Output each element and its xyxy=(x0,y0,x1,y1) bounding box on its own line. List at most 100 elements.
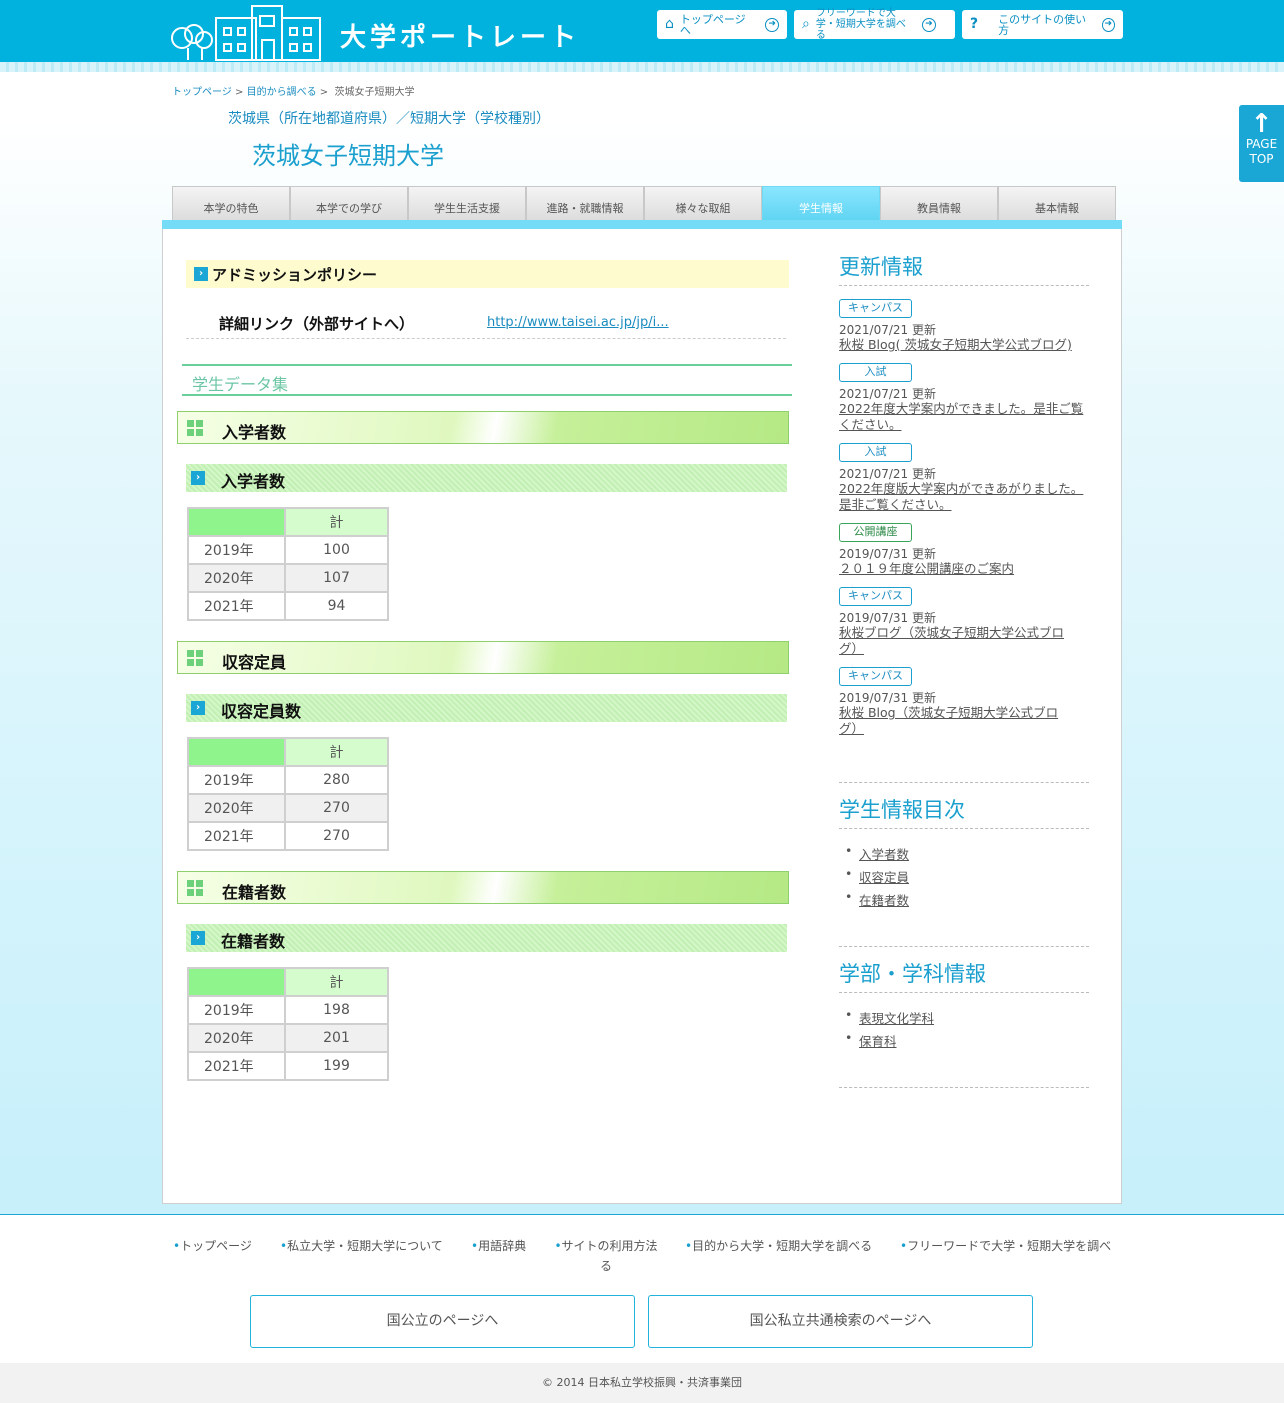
table-cell-year: 2020年 xyxy=(187,563,286,593)
table-cell-value: 270 xyxy=(284,821,389,851)
free-word-search-button[interactable]: ⌕ フリーワードで大学・短期大学を調べる ➜ xyxy=(794,8,955,41)
breadcrumb: トップページ > 目的から調べる > 茨城女子短期大学 xyxy=(172,83,415,98)
dept-link[interactable]: 表現文化学科 xyxy=(859,1011,934,1026)
tab-initiatives[interactable]: 様々な取組 xyxy=(644,186,762,221)
footer-link-top[interactable]: •トップページ xyxy=(173,1236,252,1256)
table-row: 2019年 100 xyxy=(187,535,389,565)
enrollment-table: 計 2019年 100 2020年 107 2021年 94 xyxy=(187,507,389,621)
news-link[interactable]: 2022年度版大学案内ができあがりました。是非ご覧ください。 xyxy=(839,481,1089,513)
news-tag-badge: キャンパス xyxy=(839,299,912,318)
section-title: 収容定員 xyxy=(222,653,287,672)
toc-link-enrolled[interactable]: 在籍者数 xyxy=(859,893,909,908)
common-search-page-button[interactable]: 国公私立共通検索のページへ xyxy=(648,1295,1033,1348)
table-cell-value: 280 xyxy=(284,765,389,795)
news-date: 2019/07/31 更新 xyxy=(839,691,936,705)
footer-link-label: トップページ xyxy=(180,1239,252,1253)
footer-link-private-univ[interactable]: •私立大学・短期大学について xyxy=(280,1236,443,1256)
free-word-search-button-label: フリーワードで大学・短期大学を調べる xyxy=(815,8,906,41)
table-cell-year: 2021年 xyxy=(187,821,286,851)
news-link[interactable]: 秋桜 Blog( 茨城女子短期大学公式ブログ) xyxy=(839,337,1089,353)
table-header-total: 計 xyxy=(284,967,389,997)
arrow-right-icon: ➜ xyxy=(921,17,936,32)
table-cell-year: 2021年 xyxy=(187,1051,286,1081)
news-date: 2021/07/21 更新 xyxy=(839,323,936,337)
divider xyxy=(839,1087,1089,1088)
footer-link-usage[interactable]: •サイトの利用方法る xyxy=(553,1236,659,1276)
list-item[interactable]: 入学者数 xyxy=(845,843,909,867)
news-tag-badge: キャンパス xyxy=(839,587,912,606)
table-row: 2019年 198 xyxy=(187,995,389,1025)
news-link[interactable]: 秋桜ブログ（茨城女子短期大学公式ブログ） xyxy=(839,625,1079,657)
breadcrumb-separator: > xyxy=(319,87,329,98)
table-row: 2021年 270 xyxy=(187,821,389,851)
toc-link-capacity[interactable]: 収容定員 xyxy=(859,870,909,885)
detail-link-label: 詳細リンク（外部サイトへ） xyxy=(219,315,415,333)
copyright: © 2014 日本私立学校振興・共済事業団 xyxy=(0,1363,1284,1403)
news-tag-badge: キャンパス xyxy=(839,667,912,686)
external-detail-link[interactable]: http://www.taisei.ac.jp/jp/i... xyxy=(487,315,669,330)
news-link[interactable]: ２０１９年度公開講座のご案内 xyxy=(839,561,1089,577)
dept-link[interactable]: 保育科 xyxy=(859,1034,897,1049)
tab-learning[interactable]: 本学での学び xyxy=(290,186,408,221)
news-date: 2021/07/21 更新 xyxy=(839,387,936,401)
arrow-right-icon: › xyxy=(191,471,205,485)
page-top-line2: TOP xyxy=(1249,152,1274,166)
news-link[interactable]: 秋桜 Blog（茨城女子短期大学公式ブログ） xyxy=(839,705,1071,737)
site-usage-button[interactable]: ? このサイトの使い方 ➜ xyxy=(962,10,1123,39)
news-link[interactable]: 2022年度大学案内ができました。是非ご覧ください。 xyxy=(839,401,1089,433)
section-title: 在籍者数 xyxy=(222,883,287,902)
breadcrumb-separator: > xyxy=(235,87,244,98)
top-page-button[interactable]: ⌂ トップページへ ➜ xyxy=(657,10,787,39)
tab-basic-info[interactable]: 基本情報 xyxy=(998,186,1116,221)
list-item[interactable]: 保育科 xyxy=(845,1030,934,1054)
divider xyxy=(839,946,1089,947)
list-item[interactable]: 表現文化学科 xyxy=(845,1007,934,1031)
footer-link-label: サイトの利用方法る xyxy=(561,1239,658,1273)
top-page-button-label: トップページへ xyxy=(679,12,746,37)
admission-policy-title: アドミッションポリシー xyxy=(212,266,378,284)
list-item[interactable]: 収容定員 xyxy=(845,866,909,890)
grid-icon xyxy=(187,650,203,666)
tab-faculty-info[interactable]: 教員情報 xyxy=(880,186,998,221)
news-date: 2021/07/21 更新 xyxy=(839,467,936,481)
section-heading-enrolled: 在籍者数 xyxy=(177,871,789,904)
student-info-toc-list: 入学者数 収容定員 在籍者数 xyxy=(845,843,909,913)
subsection-title: 入学者数 xyxy=(221,472,286,491)
page-top-button[interactable]: ↑ PAGE TOP xyxy=(1239,105,1284,182)
detail-link-row: 詳細リンク（外部サイトへ） http://www.taisei.ac.jp/jp… xyxy=(186,310,786,339)
arrow-up-icon: ↑ xyxy=(1250,109,1273,139)
footer-link-label: フリーワードで大学・短期大学を調べ xyxy=(907,1239,1112,1253)
national-public-page-button[interactable]: 国公立のページへ xyxy=(250,1295,635,1348)
tab-student-info[interactable]: 学生情報 xyxy=(762,186,880,221)
search-icon: ⌕ xyxy=(802,16,810,32)
table-cell-value: 100 xyxy=(284,535,389,565)
news-tag-badge: 入試 xyxy=(839,363,912,382)
arrow-right-icon: › xyxy=(191,701,205,715)
page-top-line1: PAGE xyxy=(1245,137,1278,151)
table-header-total: 計 xyxy=(284,507,389,537)
subsection-title: 在籍者数 xyxy=(221,932,286,951)
table-header-blank xyxy=(187,507,286,537)
table-cell-year: 2019年 xyxy=(187,535,286,565)
tab-features[interactable]: 本学の特色 xyxy=(172,186,290,221)
school-building-logo-icon[interactable] xyxy=(164,4,324,62)
table-header-blank xyxy=(187,737,286,767)
site-title[interactable]: 大学ポートレート xyxy=(340,17,580,54)
section-title: 入学者数 xyxy=(222,423,287,442)
breadcrumb-purpose-link[interactable]: 目的から調べる xyxy=(247,87,317,98)
page-title: 茨城女子短期大学 xyxy=(252,142,444,170)
breadcrumb-home-link[interactable]: トップページ xyxy=(172,87,232,98)
table-cell-year: 2020年 xyxy=(187,793,286,823)
table-row: 2019年 280 xyxy=(187,765,389,795)
tab-career[interactable]: 進路・就職情報 xyxy=(526,186,644,221)
table-cell-value: 94 xyxy=(284,591,389,621)
table-cell-value: 198 xyxy=(284,995,389,1025)
toc-link-enrollment[interactable]: 入学者数 xyxy=(859,847,909,862)
footer-divider xyxy=(0,1214,1284,1215)
footer-link-free-word-search[interactable]: •フリーワードで大学・短期大学を調べ xyxy=(900,1236,1111,1256)
breadcrumb-current: 茨城女子短期大学 xyxy=(334,87,415,98)
tab-student-support[interactable]: 学生生活支援 xyxy=(408,186,526,221)
list-item[interactable]: 在籍者数 xyxy=(845,889,909,913)
footer-link-purpose-search[interactable]: •目的から大学・短期大学を調べる xyxy=(685,1236,872,1256)
footer-link-glossary[interactable]: •用語辞典 xyxy=(471,1236,526,1256)
